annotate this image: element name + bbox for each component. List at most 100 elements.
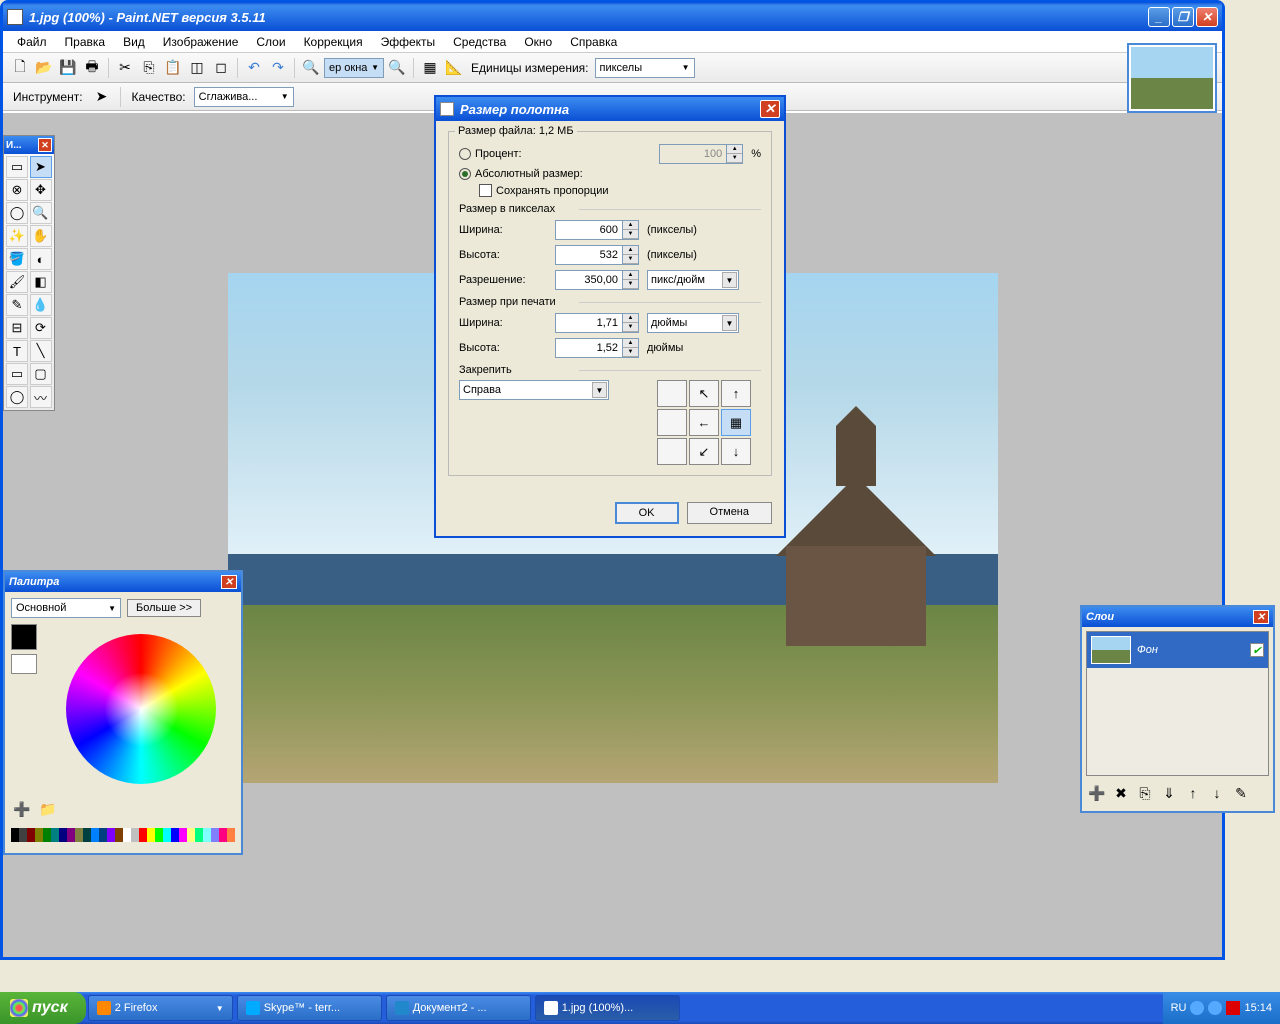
layer-item[interactable]: Фон ✔ bbox=[1087, 632, 1268, 668]
absolute-radio[interactable] bbox=[459, 168, 471, 180]
primary-color-swatch[interactable] bbox=[11, 624, 37, 650]
height-px-spinner[interactable]: ▲▼ bbox=[623, 245, 639, 265]
layer-props-icon[interactable]: ✎ bbox=[1230, 782, 1252, 804]
taskbar-paintnet[interactable]: 1.jpg (100%)... bbox=[535, 995, 680, 1021]
anchor-combo[interactable]: Справа▼ bbox=[459, 380, 609, 400]
lasso-tool[interactable]: ⊗ bbox=[6, 179, 28, 201]
resolution-spinner[interactable]: ▲▼ bbox=[623, 270, 639, 290]
tray-icon-kaspersky[interactable] bbox=[1226, 1001, 1240, 1015]
rounded-rect-tool[interactable]: ▢ bbox=[30, 363, 52, 385]
deselect-icon[interactable]: ◻ bbox=[210, 57, 232, 79]
zoom-tool[interactable]: 🔍 bbox=[30, 202, 52, 224]
ruler-icon[interactable]: 📐 bbox=[443, 57, 465, 79]
height-print-spinner[interactable]: ▲▼ bbox=[623, 338, 639, 358]
gradient-tool[interactable]: ◐ bbox=[30, 248, 52, 270]
menu-image[interactable]: Изображение bbox=[155, 33, 247, 51]
menu-file[interactable]: Файл bbox=[9, 33, 55, 51]
width-print-unit-combo[interactable]: дюймы▼ bbox=[647, 313, 739, 333]
cut-icon[interactable]: ✂ bbox=[114, 57, 136, 79]
rect-select-tool[interactable]: ▭ bbox=[6, 156, 28, 178]
language-indicator[interactable]: RU bbox=[1171, 1002, 1187, 1014]
menu-layers[interactable]: Слои bbox=[248, 33, 293, 51]
close-button[interactable]: ✕ bbox=[1196, 7, 1218, 27]
resolution-unit-combo[interactable]: пикс/дюйм▼ bbox=[647, 270, 739, 290]
ok-button[interactable]: OK bbox=[615, 502, 679, 524]
anchor-n[interactable]: ↖ bbox=[689, 380, 719, 407]
menu-adjustments[interactable]: Коррекция bbox=[296, 33, 371, 51]
active-tool-icon[interactable]: ➤ bbox=[91, 86, 113, 108]
freeform-tool[interactable]: 〰 bbox=[30, 386, 52, 408]
height-px-input[interactable]: 532 bbox=[555, 245, 623, 265]
menu-tools[interactable]: Средства bbox=[445, 33, 514, 51]
move-selection-tool[interactable]: ✥ bbox=[30, 179, 52, 201]
anchor-w[interactable] bbox=[657, 409, 687, 436]
picker-tool[interactable]: 💧 bbox=[30, 294, 52, 316]
zoom-combo[interactable]: ер окна▼ bbox=[324, 58, 384, 78]
move-down-icon[interactable]: ↓ bbox=[1206, 782, 1228, 804]
paste-icon[interactable]: 📋 bbox=[162, 57, 184, 79]
anchor-se[interactable]: ↓ bbox=[721, 438, 751, 465]
secondary-color-swatch[interactable] bbox=[11, 654, 37, 674]
tray-icon-1[interactable] bbox=[1190, 1001, 1204, 1015]
zoom-in-icon[interactable]: 🔍 bbox=[386, 57, 408, 79]
crop-icon[interactable]: ◫ bbox=[186, 57, 208, 79]
add-layer-icon[interactable]: ➕ bbox=[1086, 782, 1108, 804]
navigator-thumbnail[interactable] bbox=[1127, 43, 1217, 113]
start-button[interactable]: пуск bbox=[0, 992, 86, 1024]
more-button[interactable]: Больше >> bbox=[127, 599, 201, 617]
cancel-button[interactable]: Отмена bbox=[687, 502, 772, 524]
clone-tool[interactable]: ⊟ bbox=[6, 317, 28, 339]
layers-close-icon[interactable]: ✕ bbox=[1253, 610, 1269, 624]
maximize-button[interactable]: ❐ bbox=[1172, 7, 1194, 27]
rect-tool[interactable]: ▭ bbox=[6, 363, 28, 385]
merge-down-icon[interactable]: ⇓ bbox=[1158, 782, 1180, 804]
height-print-input[interactable]: 1,52 bbox=[555, 338, 623, 358]
move-tool[interactable]: ➤ bbox=[30, 156, 52, 178]
tools-close-icon[interactable]: ✕ bbox=[38, 138, 52, 152]
color-mode-combo[interactable]: Основной▼ bbox=[11, 598, 121, 618]
new-icon[interactable]: 🗋 bbox=[9, 57, 31, 79]
ellipse-tool[interactable]: ◯ bbox=[6, 386, 28, 408]
menu-effects[interactable]: Эффекты bbox=[373, 33, 444, 51]
redo-icon[interactable]: ↷ bbox=[267, 57, 289, 79]
duplicate-layer-icon[interactable]: ⎘ bbox=[1134, 782, 1156, 804]
add-color-icon[interactable]: ➕ bbox=[11, 798, 33, 820]
anchor-s[interactable]: ↙ bbox=[689, 438, 719, 465]
recolor-tool[interactable]: ⟳ bbox=[30, 317, 52, 339]
delete-layer-icon[interactable]: ✖ bbox=[1110, 782, 1132, 804]
layer-visible-checkbox[interactable]: ✔ bbox=[1250, 643, 1264, 657]
tray-icon-2[interactable] bbox=[1208, 1001, 1222, 1015]
pencil-tool[interactable]: ✎ bbox=[6, 294, 28, 316]
palette-options-icon[interactable]: 📁 bbox=[37, 798, 59, 820]
colors-close-icon[interactable]: ✕ bbox=[221, 575, 237, 589]
units-combo[interactable]: пикселы▼ bbox=[595, 58, 695, 78]
menu-edit[interactable]: Правка bbox=[57, 33, 114, 51]
minimize-button[interactable]: _ bbox=[1148, 7, 1170, 27]
pan-tool[interactable]: ✋ bbox=[30, 225, 52, 247]
ellipse-select-tool[interactable]: ◯ bbox=[6, 202, 28, 224]
resolution-input[interactable]: 350,00 bbox=[555, 270, 623, 290]
keep-ratio-checkbox[interactable] bbox=[479, 184, 492, 197]
width-px-input[interactable]: 600 bbox=[555, 220, 623, 240]
menu-help[interactable]: Справка bbox=[562, 33, 625, 51]
dialog-close-icon[interactable]: ✕ bbox=[760, 100, 780, 118]
anchor-nw[interactable] bbox=[657, 380, 687, 407]
anchor-e[interactable]: ▦ bbox=[721, 409, 751, 436]
menu-view[interactable]: Вид bbox=[115, 33, 153, 51]
fill-tool[interactable]: 🪣 bbox=[6, 248, 28, 270]
width-print-input[interactable]: 1,71 bbox=[555, 313, 623, 333]
color-wheel[interactable] bbox=[66, 634, 216, 784]
anchor-c[interactable]: ← bbox=[689, 409, 719, 436]
line-tool[interactable]: ╲ bbox=[30, 340, 52, 362]
undo-icon[interactable]: ↶ bbox=[243, 57, 265, 79]
taskbar-firefox[interactable]: 2 Firefox▼ bbox=[88, 995, 233, 1021]
palette-strip[interactable] bbox=[11, 828, 235, 842]
magic-wand-tool[interactable]: ✨ bbox=[6, 225, 28, 247]
eraser-tool[interactable]: ◧ bbox=[30, 271, 52, 293]
print-icon[interactable]: 🖶 bbox=[81, 57, 103, 79]
clock[interactable]: 15:14 bbox=[1244, 1002, 1272, 1014]
quality-combo[interactable]: Сглажива...▼ bbox=[194, 87, 294, 107]
width-px-spinner[interactable]: ▲▼ bbox=[623, 220, 639, 240]
taskbar-skype[interactable]: Skype™ - terr... bbox=[237, 995, 382, 1021]
anchor-sw[interactable] bbox=[657, 438, 687, 465]
